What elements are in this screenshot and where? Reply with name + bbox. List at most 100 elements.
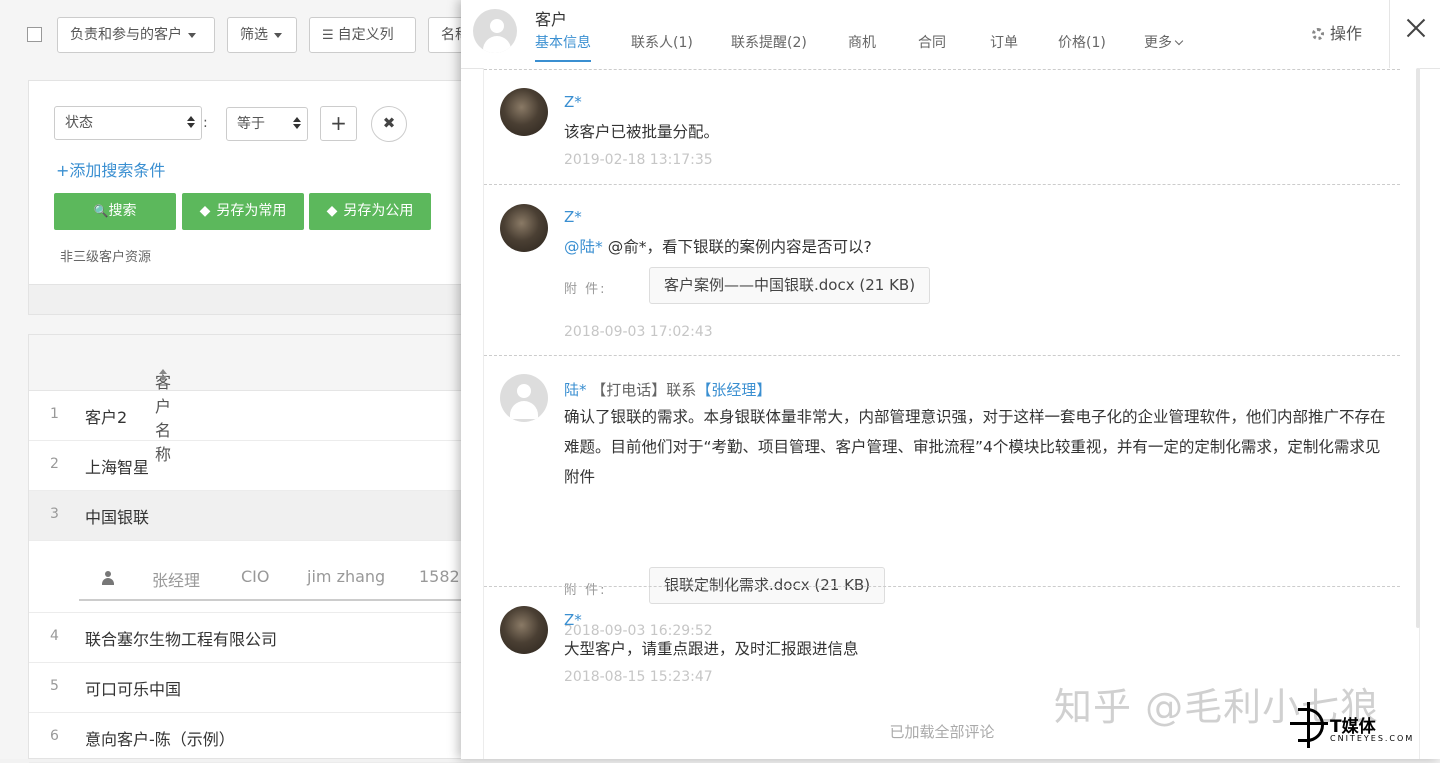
owner-filter-label: 负责和参与的客户 bbox=[70, 27, 182, 43]
customer-avatar bbox=[473, 9, 517, 53]
gear-icon bbox=[1312, 28, 1324, 40]
comment-author[interactable]: Z* bbox=[564, 93, 582, 111]
tag-icon: ◆ bbox=[199, 203, 211, 219]
save-common-label: 另存为常用 bbox=[216, 203, 287, 219]
comment-author[interactable]: Z* bbox=[564, 208, 582, 226]
tab-reminders[interactable]: 联系提醒(2) bbox=[731, 32, 807, 60]
comment-header: 陆* 【打电话】联系【张经理】 bbox=[564, 379, 771, 400]
filter-label: 筛选 bbox=[240, 27, 268, 43]
table-row[interactable]: 1 客户2 bbox=[29, 391, 470, 441]
row-index: 5 bbox=[50, 678, 59, 694]
save-public-label: 另存为公用 bbox=[343, 203, 414, 219]
save-common-button[interactable]: ◆ 另存为常用 bbox=[182, 193, 304, 230]
tab-prices[interactable]: 价格(1) bbox=[1058, 32, 1106, 60]
contact-link[interactable]: 【张经理】 bbox=[696, 381, 771, 399]
comment-author[interactable]: Z* bbox=[564, 611, 582, 629]
avatar bbox=[500, 88, 548, 136]
customer-name-link[interactable]: 联合塞尔生物工程有限公司 bbox=[85, 626, 277, 650]
operator-select-value: 等于 bbox=[237, 116, 265, 132]
table-header: 客户名称 bbox=[29, 335, 470, 464]
customer-name-link[interactable]: 上海智星 bbox=[85, 454, 149, 478]
chevron-down-icon bbox=[1174, 36, 1184, 46]
select-all-checkbox[interactable] bbox=[27, 27, 42, 42]
operations-button[interactable]: 操作 bbox=[1312, 20, 1362, 44]
drawer-title: 客户 bbox=[535, 10, 568, 29]
custom-columns-label: 自定义列 bbox=[337, 27, 394, 43]
comment-text-body: @俞*，看下银联的案例内容是否可以? bbox=[602, 238, 872, 256]
add-condition-plus-button[interactable]: + bbox=[320, 106, 357, 141]
customer-name-link[interactable]: 意向客户-陈（示例） bbox=[85, 726, 235, 750]
attachment-label: 附 件: bbox=[564, 583, 607, 598]
field-select-value: 状态 bbox=[65, 115, 93, 131]
close-icon: ✖ bbox=[382, 114, 396, 132]
comment-author[interactable]: 陆* bbox=[564, 381, 587, 399]
tab-orders[interactable]: 订单 bbox=[990, 32, 1018, 60]
row-index: 1 bbox=[50, 406, 59, 422]
customer-table: 客户名称 1 客户2 2 上海智星 3 中国银联 张经理 CIO jim zhang … bbox=[28, 334, 470, 763]
colon-separator: : bbox=[203, 115, 208, 131]
tmedia-logo: T媒体 CNITEYES.COM bbox=[1290, 698, 1440, 759]
list-toolbar: 负责和参与的客户 筛选 ☰ 自定义列 名称 bbox=[0, 17, 488, 55]
avatar bbox=[500, 374, 548, 422]
mention-link[interactable]: @陆* bbox=[564, 238, 603, 256]
comment-divider bbox=[484, 355, 1400, 356]
search-button-label: 搜索 bbox=[108, 203, 137, 219]
row-index: 4 bbox=[50, 628, 59, 644]
caret-down-icon bbox=[274, 32, 282, 38]
person-icon bbox=[102, 571, 114, 585]
tab-contacts[interactable]: 联系人(1) bbox=[631, 32, 693, 60]
customer-name-link[interactable]: 可口可乐中国 bbox=[85, 676, 181, 700]
saved-filter-link[interactable]: 非三级客户资源 bbox=[60, 246, 151, 265]
customer-name-link[interactable]: 客户2 bbox=[85, 404, 127, 428]
comment-divider bbox=[484, 69, 1400, 70]
tab-more[interactable]: 更多 bbox=[1144, 32, 1184, 60]
table-row[interactable]: 2 上海智星 bbox=[29, 441, 470, 491]
contact-phone: 1582 bbox=[419, 567, 460, 586]
filter-dropdown[interactable]: 筛选 bbox=[227, 17, 297, 53]
avatar bbox=[500, 204, 548, 252]
scrollbar[interactable] bbox=[1416, 68, 1420, 628]
attachment-label: 附 件: bbox=[564, 282, 607, 297]
search-button[interactable]: 🔍搜索 bbox=[54, 193, 176, 230]
customer-name-link[interactable]: 中国银联 bbox=[85, 504, 149, 528]
select-arrows-icon bbox=[293, 117, 301, 129]
logo-mark-icon bbox=[1290, 702, 1328, 748]
field-select[interactable]: 状态 bbox=[54, 106, 202, 140]
remove-condition-button[interactable]: ✖ bbox=[371, 106, 407, 142]
panel-footer bbox=[28, 285, 470, 315]
custom-columns-button[interactable]: ☰ 自定义列 bbox=[309, 17, 416, 53]
save-public-button[interactable]: ◆ 另存为公用 bbox=[309, 193, 431, 230]
add-search-condition-link[interactable]: +添加搜索条件 bbox=[56, 157, 165, 181]
tab-contracts[interactable]: 合同 bbox=[918, 32, 946, 60]
comment-text: 大型客户，请重点跟进，及时汇报跟进信息 bbox=[564, 640, 859, 658]
contact-name[interactable]: 张经理 bbox=[152, 567, 200, 591]
tag-icon: ◆ bbox=[326, 203, 338, 219]
owner-filter-dropdown[interactable]: 负责和参与的客户 bbox=[57, 17, 215, 53]
search-icon: 🔍 bbox=[93, 204, 109, 218]
comment-timestamp: 2018-09-03 17:02:43 bbox=[564, 324, 713, 340]
close-icon[interactable] bbox=[1404, 16, 1428, 40]
table-row[interactable]: 6 意向客户-陈（示例） bbox=[29, 713, 470, 763]
comment-divider bbox=[484, 184, 1400, 185]
search-panel: 状态 : 等于 + ✖ +添加搜索条件 🔍搜索 ◆ 另存为常用 ◆ 另存为公用 非三… bbox=[28, 80, 470, 285]
avatar bbox=[500, 606, 548, 654]
sort-icon[interactable] bbox=[159, 369, 167, 381]
table-row-selected[interactable]: 3 中国银联 bbox=[29, 491, 470, 541]
operator-select[interactable]: 等于 bbox=[226, 107, 308, 141]
comment-timestamp: 2019-02-18 13:17:35 bbox=[564, 152, 713, 168]
drawer-header: 客户 基本信息 联系人(1) 联系提醒(2) 商机 合同 订单 价格(1) 更多… bbox=[461, 0, 1440, 69]
table-row[interactable]: 4 联合塞尔生物工程有限公司 bbox=[29, 613, 470, 663]
contact-title: CIO bbox=[241, 567, 270, 586]
table-row[interactable]: 5 可口可乐中国 bbox=[29, 663, 470, 713]
row-index: 2 bbox=[50, 456, 59, 472]
caret-down-icon bbox=[188, 32, 196, 38]
logo-subtitle: CNITEYES.COM bbox=[1330, 734, 1415, 743]
attachment-file[interactable]: 客户案例——中国银联.docx (21 KB) bbox=[649, 267, 931, 304]
tab-opportunities[interactable]: 商机 bbox=[848, 32, 876, 60]
row-index: 6 bbox=[50, 728, 59, 744]
select-arrows-icon bbox=[187, 116, 195, 128]
customer-list-page: 负责和参与的客户 筛选 ☰ 自定义列 名称 状态 : 等于 + ✖ +添加搜索条件… bbox=[0, 0, 488, 763]
plus-icon: + bbox=[330, 111, 347, 135]
tab-basic-info[interactable]: 基本信息 bbox=[535, 32, 591, 62]
contact-subrow-underline bbox=[79, 555, 470, 601]
